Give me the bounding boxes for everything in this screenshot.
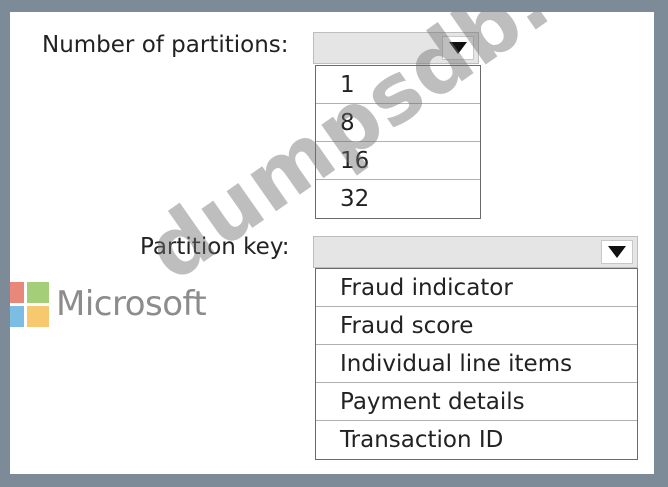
partitions-option[interactable]: 1 bbox=[316, 66, 480, 104]
partition-key-options-list: Fraud indicator Fraud score Individual l… bbox=[315, 268, 638, 460]
partitions-option[interactable]: 32 bbox=[316, 180, 480, 218]
microsoft-text: Microsoft bbox=[56, 284, 207, 324]
partition-key-dropdown[interactable] bbox=[313, 236, 638, 268]
triangle-down-icon bbox=[608, 246, 626, 258]
partition-key-option[interactable]: Individual line items bbox=[316, 345, 637, 383]
partitions-dropdown-button[interactable] bbox=[442, 36, 474, 60]
partitions-option[interactable]: 8 bbox=[316, 104, 480, 142]
microsoft-logo-icon bbox=[10, 282, 52, 330]
question-panel: Number of partitions: 1 8 16 32 Partitio… bbox=[10, 12, 654, 474]
triangle-down-icon bbox=[449, 42, 467, 54]
partition-key-dropdown-button[interactable] bbox=[601, 240, 633, 264]
partition-key-label: Partition key: bbox=[140, 234, 290, 260]
partitions-dropdown[interactable] bbox=[313, 32, 479, 64]
partitions-options-list: 1 8 16 32 bbox=[315, 65, 481, 219]
partitions-option[interactable]: 16 bbox=[316, 142, 480, 180]
partitions-label: Number of partitions: bbox=[42, 32, 289, 58]
partition-key-option[interactable]: Transaction ID bbox=[316, 421, 637, 459]
partition-key-option[interactable]: Payment details bbox=[316, 383, 637, 421]
partition-key-option[interactable]: Fraud indicator bbox=[316, 269, 637, 307]
partition-key-option[interactable]: Fraud score bbox=[316, 307, 637, 345]
